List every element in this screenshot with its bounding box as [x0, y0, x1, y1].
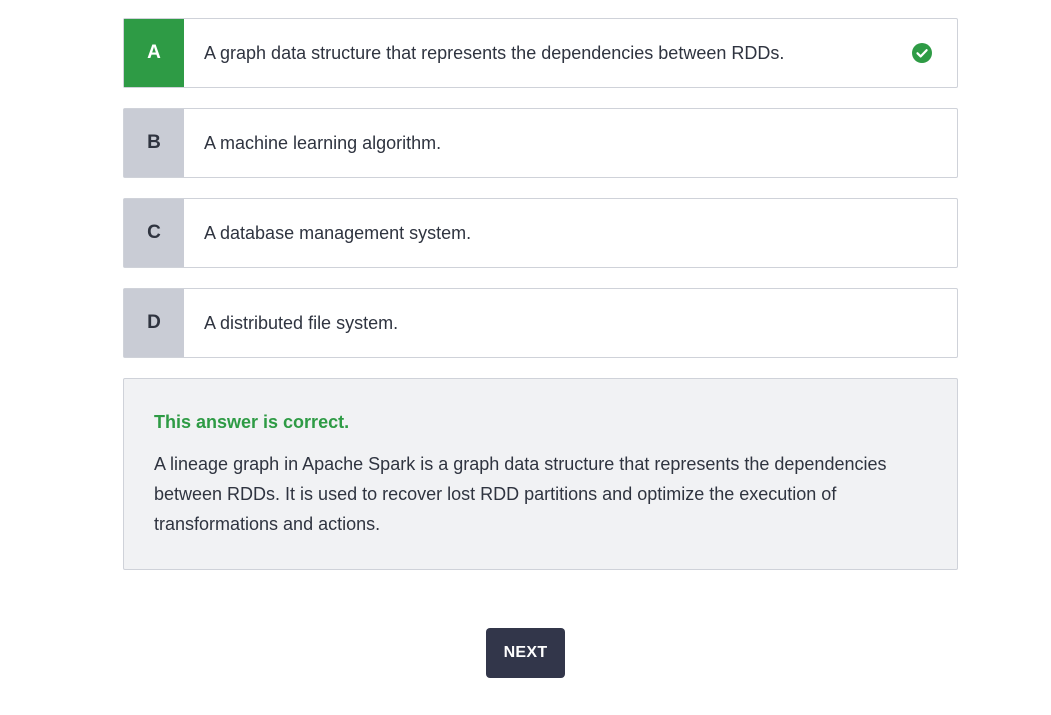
quiz-answers: A A graph data structure that represents…: [123, 18, 958, 570]
answer-letter-d: D: [124, 289, 184, 357]
answer-letter-a: A: [124, 19, 184, 87]
answer-text-d: A distributed file system.: [204, 312, 399, 333]
answer-text-b: A machine learning algorithm.: [204, 132, 442, 153]
feedback-explanation: A lineage graph in Apache Spark is a gra…: [154, 454, 887, 534]
answer-text-a: A graph data structure that represents t…: [204, 42, 785, 63]
answer-option-a[interactable]: A A graph data structure that represents…: [123, 18, 958, 88]
next-button[interactable]: NEXT: [486, 628, 565, 678]
answer-letter-c: C: [124, 199, 184, 267]
answer-option-c[interactable]: C A database management system.: [123, 198, 958, 268]
answer-option-d[interactable]: D A distributed file system.: [123, 288, 958, 358]
feedback-verdict: This answer is correct.: [154, 412, 350, 432]
check-circle-icon: [912, 43, 932, 63]
answer-feedback-panel: This answer is correct. A lineage graph …: [123, 378, 958, 570]
answer-letter-b: B: [124, 109, 184, 177]
next-row: NEXT: [0, 628, 1051, 678]
answer-option-b[interactable]: B A machine learning algorithm.: [123, 108, 958, 178]
answer-text-c: A database management system.: [204, 222, 472, 243]
